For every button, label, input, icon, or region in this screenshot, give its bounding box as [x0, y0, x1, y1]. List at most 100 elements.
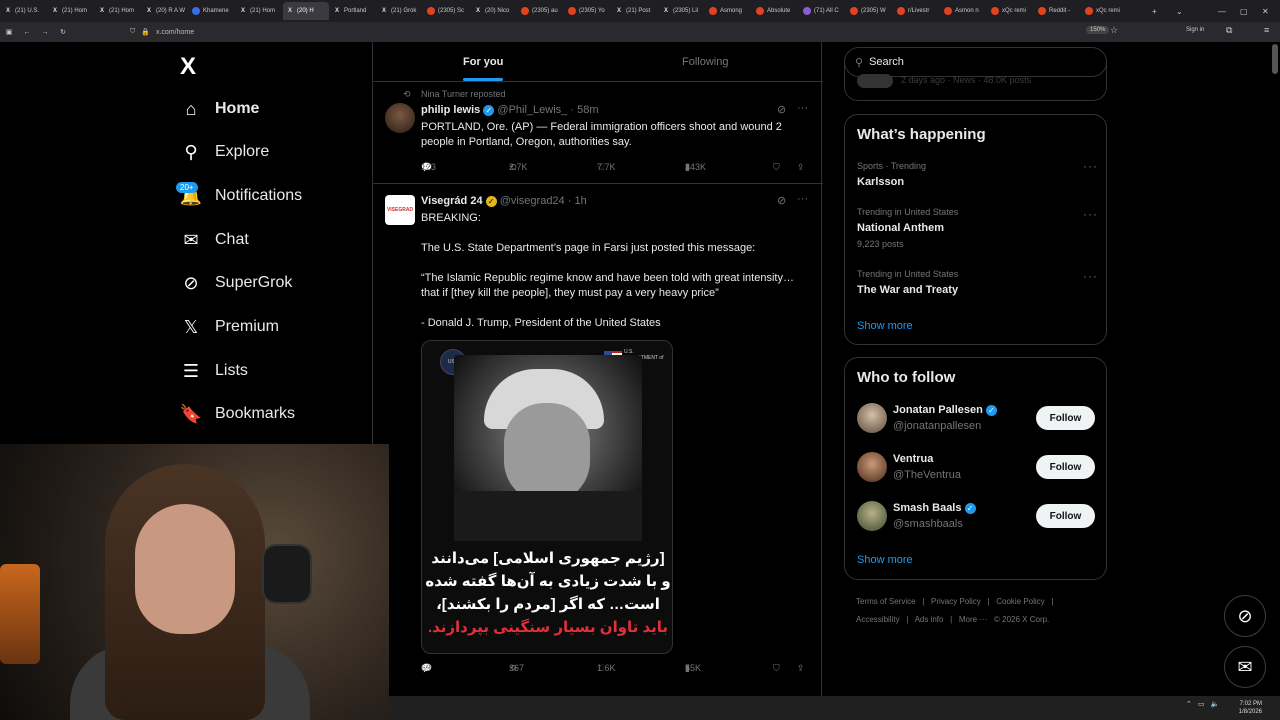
author-name[interactable]: Visegrád 24	[421, 195, 483, 207]
footer-link[interactable]: Privacy Policy	[931, 597, 981, 606]
sign-in-button[interactable]: Sign in	[1186, 27, 1204, 33]
browser-tab[interactable]: X Portland	[330, 2, 376, 20]
nav-item-chat[interactable]: ✉ Chat	[180, 227, 248, 253]
tab-list-chevron-icon[interactable]: ⌄	[1176, 0, 1183, 22]
tab-for-you[interactable]: For you	[463, 56, 503, 68]
tweet[interactable]: ⟲ Nina Turner reposted philip lewis ✓ @P…	[373, 83, 823, 184]
network-icon[interactable]: ▭	[1198, 700, 1205, 708]
footer-link[interactable]: More ···	[959, 615, 987, 624]
maximize-icon[interactable]: ▢	[1240, 0, 1248, 22]
address-bar[interactable]: ⛉ 🔒 x.com/home	[130, 25, 1030, 39]
x-favicon-icon: X	[475, 8, 480, 14]
star-icon[interactable]: ☆	[1110, 25, 1118, 36]
footer-links-row: Accessibility | Ads info | More ··· © 20…	[856, 615, 1049, 624]
browser-tab[interactable]: X (2305) Lil	[659, 2, 705, 20]
browser-tab[interactable]: (2305) Yo	[565, 2, 611, 20]
taskbar-clock[interactable]: 7:02 PM 1/8/2026	[1232, 700, 1262, 716]
tweet-time[interactable]: · 58m	[570, 104, 598, 116]
grok-fab-icon[interactable]: ⊘	[1224, 595, 1266, 637]
scrollbar[interactable]	[1272, 44, 1278, 74]
browser-tab[interactable]: (2305) au	[518, 2, 564, 20]
views-count: 55K	[685, 663, 702, 673]
show-more-link[interactable]: Show more	[857, 554, 913, 566]
avatar[interactable]	[857, 452, 887, 482]
tweet-image[interactable]: USA U.S. DEPARTMENT of STATE [رژیم جمهور…	[421, 340, 673, 654]
more-options-icon[interactable]: ···	[1083, 207, 1098, 221]
follow-button[interactable]: Follow	[1036, 406, 1095, 430]
browser-tab[interactable]: Asmong	[706, 2, 752, 20]
browser-tab[interactable]: xQc remi	[1082, 2, 1128, 20]
menu-icon[interactable]: ≡	[1264, 25, 1269, 35]
tab-following[interactable]: Following	[682, 56, 728, 68]
grok-icon[interactable]: ⊘	[777, 194, 786, 207]
nav-item-notifications[interactable]: 🔔 Notifications	[180, 183, 302, 209]
browser-tab[interactable]: X (21) Hom	[48, 2, 94, 20]
avatar[interactable]	[857, 403, 887, 433]
new-tab-button[interactable]: +	[1152, 0, 1157, 22]
author-handle[interactable]: @visegrad24	[500, 195, 565, 207]
browser-tab[interactable]: (2305) W	[847, 2, 893, 20]
browser-tab[interactable]: X (21) Hom	[236, 2, 282, 20]
reddit-favicon-icon	[756, 7, 764, 15]
nav-item-premium[interactable]: 𝕏 Premium	[180, 314, 279, 340]
more-options-icon[interactable]: ···	[1083, 269, 1098, 283]
share-icon[interactable]: ⇪	[797, 663, 805, 674]
reddit-favicon-icon	[944, 7, 952, 15]
browser-tab[interactable]: X (20) R A W	[142, 2, 188, 20]
browser-tab[interactable]: xQc remi	[988, 2, 1034, 20]
browser-tab[interactable]: (2305) Sc	[424, 2, 470, 20]
browser-tab[interactable]: r/Livestr	[894, 2, 940, 20]
browser-tab[interactable]: (71) All C	[800, 2, 846, 20]
minimize-icon[interactable]: —	[1218, 0, 1226, 22]
back-icon[interactable]: ←	[18, 29, 36, 36]
bookmark-icon[interactable]: ⛉	[773, 162, 780, 173]
browser-tab[interactable]: X (21) Post	[612, 2, 658, 20]
footer-link[interactable]: Ads info	[915, 615, 944, 624]
browser-tab[interactable]: Khamene	[189, 2, 235, 20]
avatar[interactable]: VISEGRAD	[385, 195, 415, 225]
nav-item-lists[interactable]: ☰ Lists	[180, 358, 248, 384]
chevron-up-icon[interactable]: ⌃	[1186, 700, 1192, 708]
browser-tab[interactable]: X (21) U.S.	[1, 2, 47, 20]
more-options-icon[interactable]: ···	[1083, 159, 1098, 173]
browser-tab[interactable]: Asmon n	[941, 2, 987, 20]
footer-link[interactable]: Cookie Policy	[996, 597, 1044, 606]
zoom-badge[interactable]: 150%	[1086, 26, 1110, 34]
tweet[interactable]: VISEGRAD Visegrád 24 ✓ @visegrad24 · 1h …	[373, 185, 823, 696]
avatar[interactable]	[385, 103, 415, 133]
browser-tab[interactable]: X (21) Hom	[95, 2, 141, 20]
nav-item-supergrok[interactable]: ⊘ SuperGrok	[180, 270, 292, 296]
author-handle[interactable]: @Phil_Lewis_	[497, 104, 567, 116]
volume-icon[interactable]: 🔈	[1211, 700, 1220, 708]
forward-icon[interactable]: →	[36, 29, 54, 36]
tweet-time[interactable]: · 1h	[568, 195, 587, 207]
show-more-link[interactable]: Show more	[857, 320, 913, 332]
sidebar-toggle-icon[interactable]: ▣	[0, 28, 18, 36]
reload-icon[interactable]: ↻	[54, 28, 72, 36]
author-name[interactable]: philip lewis	[421, 104, 480, 116]
grok-icon[interactable]: ⊘	[777, 103, 786, 116]
nav-item-home[interactable]: ⌂ Home	[180, 96, 260, 122]
messages-fab-icon[interactable]: ✉	[1224, 646, 1266, 688]
extensions-icon[interactable]: ⧉	[1226, 25, 1232, 36]
follow-button[interactable]: Follow	[1036, 504, 1095, 528]
more-options-icon[interactable]: ···	[797, 193, 808, 205]
footer-link[interactable]: Terms of Service	[856, 597, 916, 606]
close-window-icon[interactable]: ✕	[1262, 0, 1269, 22]
browser-tab[interactable]: Absolute	[753, 2, 799, 20]
footer-link[interactable]: Accessibility	[856, 615, 900, 624]
share-icon[interactable]: ⇪	[797, 162, 805, 173]
more-options-icon[interactable]: ···	[797, 102, 808, 114]
browser-tab[interactable]: X (20) Nico	[471, 2, 517, 20]
x-favicon-icon: X	[99, 8, 104, 14]
browser-tab[interactable]: X (21) Grok	[377, 2, 423, 20]
avatar[interactable]	[857, 501, 887, 531]
browser-tab[interactable]: X (20) H	[283, 2, 329, 20]
nav-item-label: Bookmarks	[215, 405, 296, 422]
nav-item-bookmarks[interactable]: 🔖 Bookmarks	[180, 401, 295, 427]
x-logo[interactable]: X	[180, 53, 196, 81]
nav-item-explore[interactable]: ⚲ Explore	[180, 139, 269, 165]
bookmark-icon[interactable]: ⛉	[773, 663, 780, 674]
browser-tab[interactable]: Reddit -	[1035, 2, 1081, 20]
follow-button[interactable]: Follow	[1036, 455, 1095, 479]
